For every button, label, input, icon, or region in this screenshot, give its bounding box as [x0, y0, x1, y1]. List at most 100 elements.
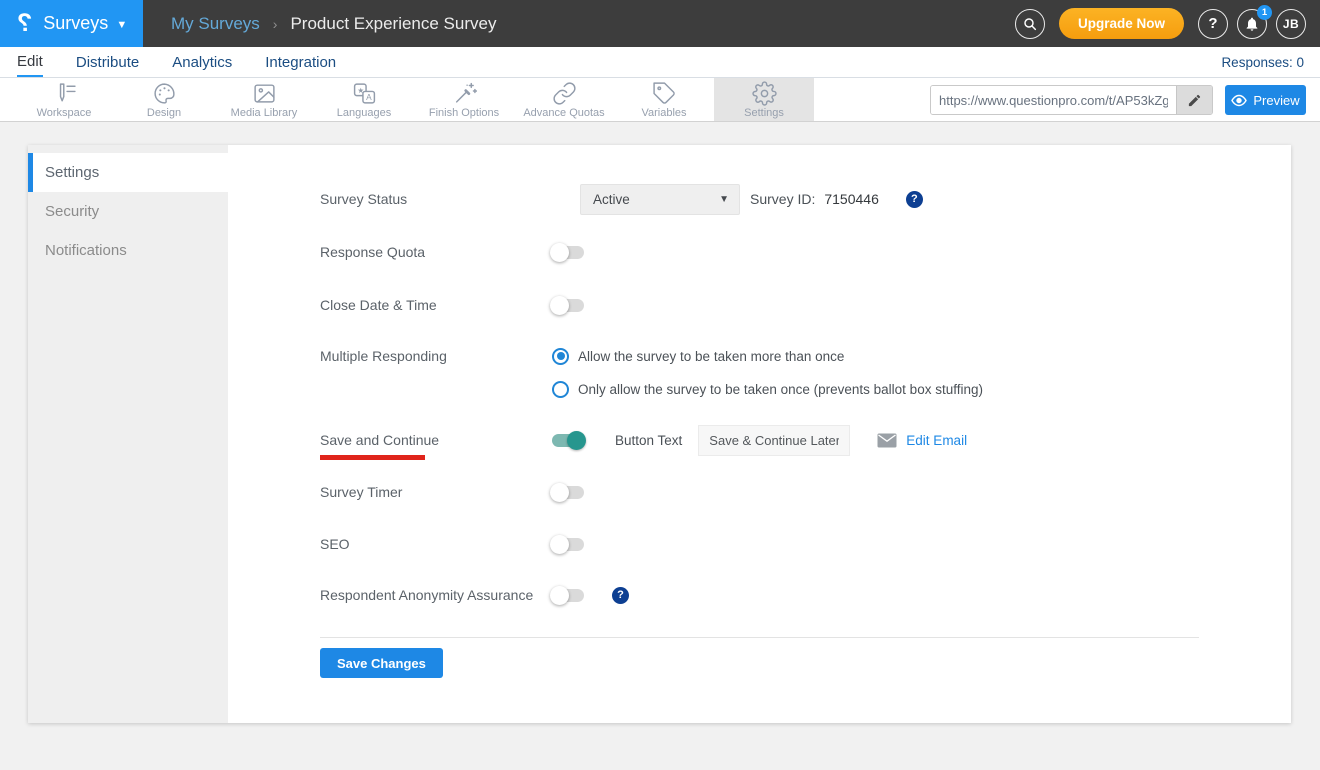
sidebar-item-settings[interactable]: Settings: [28, 153, 228, 192]
upgrade-now-button[interactable]: Upgrade Now: [1059, 8, 1184, 39]
notifications-button[interactable]: 1: [1237, 9, 1267, 39]
envelope-icon: [877, 433, 897, 448]
pencil-icon: [1187, 93, 1202, 108]
breadcrumb-current: Product Experience Survey: [290, 14, 496, 34]
toggle-knob: [550, 483, 569, 502]
workspace-icon: [52, 81, 77, 106]
eye-icon: [1231, 94, 1247, 107]
tab-analytics[interactable]: Analytics: [172, 47, 232, 77]
breadcrumb: My Surveys › Product Experience Survey: [143, 0, 496, 47]
survey-status-label: Survey Status: [320, 191, 552, 207]
toolbar-item-label: Design: [147, 107, 181, 119]
response-quota-row: Response Quota: [320, 235, 584, 269]
save-continue-row: Save and Continue Button Text Edit Email: [320, 423, 967, 457]
toggle-knob: [567, 431, 586, 450]
survey-url-box: [930, 85, 1213, 115]
survey-id-value: 7150446: [824, 191, 879, 207]
topbar-actions: Upgrade Now ? 1 JB: [1015, 0, 1320, 47]
translate-icon: ★A: [352, 81, 377, 106]
toggle-knob: [550, 586, 569, 605]
tag-icon: [652, 81, 677, 106]
button-text-input[interactable]: [698, 425, 850, 456]
seo-toggle[interactable]: [552, 538, 584, 551]
toolbar-item-label: Advance Quotas: [523, 107, 604, 119]
search-icon: [1022, 16, 1038, 32]
brand-menu[interactable]: ? Surveys ▼: [0, 0, 143, 47]
survey-id-help-icon[interactable]: ?: [906, 191, 923, 208]
survey-timer-label: Survey Timer: [320, 484, 552, 500]
notification-badge: 1: [1257, 5, 1272, 20]
survey-nav-tabs: Edit Distribute Analytics Integration Re…: [0, 47, 1320, 78]
form-divider: [320, 637, 1199, 638]
toggle-knob: [550, 535, 569, 554]
multiple-responding-row-2: Only allow the survey to be taken once (…: [320, 372, 983, 406]
toolbar-item-label: Settings: [744, 107, 784, 119]
sidebar-item-security[interactable]: Security: [28, 192, 228, 231]
toolbar-item-label: Variables: [641, 107, 686, 119]
close-date-label: Close Date & Time: [320, 297, 552, 313]
avatar[interactable]: JB: [1276, 9, 1306, 39]
chevron-down-icon: ▼: [116, 19, 127, 31]
preview-label: Preview: [1253, 93, 1299, 108]
seo-row: SEO: [320, 527, 584, 561]
preview-button[interactable]: Preview: [1225, 85, 1306, 115]
close-date-row: Close Date & Time: [320, 288, 584, 322]
survey-id-label: Survey ID:: [750, 191, 815, 207]
toolbar-item-workspace[interactable]: Workspace: [14, 78, 114, 121]
questionpro-logo-icon: ?: [17, 11, 32, 36]
gear-icon: [752, 81, 777, 106]
radio-allow-multiple[interactable]: [552, 348, 569, 365]
button-text-label: Button Text: [615, 433, 682, 448]
settings-panel: Settings Security Notifications Survey S…: [28, 145, 1291, 723]
anonymity-help-icon[interactable]: ?: [612, 587, 629, 604]
edit-email-link[interactable]: Edit Email: [906, 433, 967, 448]
survey-status-row: Survey Status Active ▼ Survey ID: 715044…: [320, 182, 923, 216]
survey-timer-row: Survey Timer: [320, 475, 584, 509]
tab-integration[interactable]: Integration: [265, 47, 336, 77]
seo-label: SEO: [320, 536, 552, 552]
multiple-responding-row: Multiple Responding Allow the survey to …: [320, 339, 844, 373]
bell-icon: [1244, 16, 1260, 32]
save-changes-button[interactable]: Save Changes: [320, 648, 443, 678]
help-button[interactable]: ?: [1198, 9, 1228, 39]
edit-email-group[interactable]: Edit Email: [877, 433, 967, 448]
save-continue-label: Save and Continue: [320, 432, 552, 448]
response-quota-toggle[interactable]: [552, 246, 584, 259]
toolbar-item-media-library[interactable]: Media Library: [214, 78, 314, 121]
palette-icon: [152, 81, 177, 106]
toolbar-item-variables[interactable]: Variables: [614, 78, 714, 121]
anonymity-label: Respondent Anonymity Assurance: [320, 587, 552, 603]
toolbar-item-label: Workspace: [37, 107, 92, 119]
breadcrumb-my-surveys[interactable]: My Surveys: [171, 14, 260, 34]
anonymity-toggle[interactable]: [552, 589, 584, 602]
radio-only-once[interactable]: [552, 381, 569, 398]
link-icon: [552, 81, 577, 106]
toolbar-item-settings[interactable]: Settings: [714, 78, 814, 121]
responses-count[interactable]: Responses: 0: [1221, 47, 1304, 77]
edit-url-button[interactable]: [1176, 86, 1212, 114]
survey-timer-toggle[interactable]: [552, 486, 584, 499]
close-date-toggle[interactable]: [552, 299, 584, 312]
search-button[interactable]: [1015, 9, 1045, 39]
save-continue-toggle[interactable]: [552, 434, 584, 447]
toolbar-item-label: Finish Options: [429, 107, 499, 119]
toolbar-item-advance-quotas[interactable]: Advance Quotas: [514, 78, 614, 121]
survey-status-select[interactable]: Active ▼: [580, 184, 740, 215]
radio-allow-multiple-label: Allow the survey to be taken more than o…: [578, 349, 844, 364]
top-bar: ? Surveys ▼ My Surveys › Product Experie…: [0, 0, 1320, 47]
survey-status-value: Active: [593, 192, 630, 207]
toolbar-item-finish-options[interactable]: Finish Options: [414, 78, 514, 121]
chevron-down-icon: ▼: [719, 194, 729, 205]
toolbar-item-label: Languages: [337, 107, 391, 119]
response-quota-label: Response Quota: [320, 244, 552, 260]
product-name: Surveys: [43, 13, 108, 34]
tab-distribute[interactable]: Distribute: [76, 47, 139, 77]
toolbar-item-languages[interactable]: ★A Languages: [314, 78, 414, 121]
toolbar-item-design[interactable]: Design: [114, 78, 214, 121]
toolbar-item-label: Media Library: [231, 107, 298, 119]
edit-toolbar: Workspace Design Media Library ★A Langua…: [0, 78, 1320, 122]
tab-edit[interactable]: Edit: [17, 47, 43, 77]
sidebar-item-notifications[interactable]: Notifications: [28, 231, 228, 270]
radio-only-once-label: Only allow the survey to be taken once (…: [578, 382, 983, 397]
survey-url-input[interactable]: [931, 86, 1176, 114]
